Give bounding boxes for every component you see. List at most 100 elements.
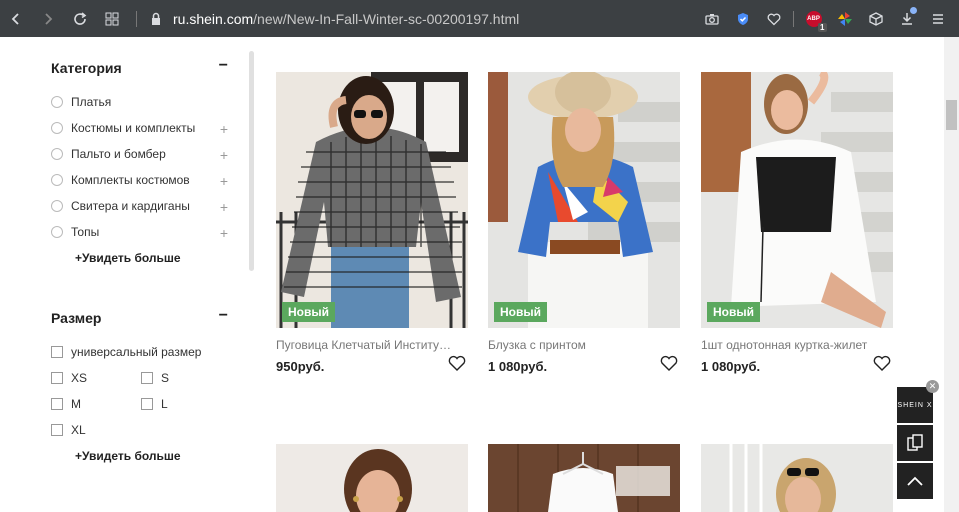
tabs-grid-icon[interactable] — [96, 0, 128, 37]
expand-plus-icon[interactable]: + — [220, 225, 228, 241]
category-collapse-toggle[interactable]: − — [219, 57, 228, 75]
cube-extension-icon[interactable] — [860, 0, 891, 37]
category-option-coats[interactable]: Пальто и бомбер — [51, 147, 166, 161]
lock-icon[interactable] — [145, 0, 167, 37]
product-image[interactable]: Новый — [488, 72, 680, 328]
radio-icon — [51, 122, 63, 134]
product-image[interactable]: Новый — [276, 72, 468, 328]
size-label: универсальный размер — [71, 345, 202, 359]
wishlist-heart-icon[interactable] — [660, 355, 678, 371]
forward-icon[interactable] — [32, 0, 64, 37]
wishlist-heart-icon[interactable] — [873, 355, 891, 371]
category-option-tops[interactable]: Топы — [51, 225, 99, 239]
url-path: /new/New-In-Fall-Winter-sc-00200197.html — [253, 10, 520, 27]
url-host: ru.shein.com — [173, 10, 254, 27]
product-name[interactable]: 1шт однотонная куртка-жилет — [701, 338, 879, 352]
category-option-dresses[interactable]: Платья — [51, 95, 111, 109]
chevron-up-icon — [907, 476, 923, 486]
adblock-icon[interactable]: ABP 1 — [798, 0, 829, 37]
size-label: S — [161, 371, 170, 385]
size-option-xl[interactable]: XL — [51, 423, 86, 437]
size-see-more-link[interactable]: +Увидеть больше — [75, 449, 181, 463]
wishlist-heart-icon[interactable] — [448, 355, 466, 371]
download-icon[interactable] — [891, 0, 922, 37]
menu-icon[interactable] — [922, 0, 953, 37]
category-see-more-link[interactable]: +Увидеть больше — [75, 251, 181, 265]
product-image[interactable] — [701, 444, 893, 512]
download-notification-dot — [910, 7, 917, 14]
product-card[interactable] — [488, 444, 680, 512]
expand-plus-icon[interactable]: + — [220, 147, 228, 163]
expand-plus-icon[interactable]: + — [220, 199, 228, 215]
address-bar[interactable]: ru.shein.com/new/New-In-Fall-Winter-sc-0… — [173, 11, 519, 27]
product-card[interactable]: Новый Пуговица Клетчатый Институтская бл… — [276, 72, 468, 374]
product-image[interactable] — [488, 444, 680, 512]
shein-x-widget[interactable]: SHEIN X — [897, 387, 933, 423]
product-card[interactable] — [701, 444, 893, 512]
new-badge: Новый — [707, 302, 760, 322]
product-price: 950руб. — [276, 359, 325, 374]
size-filter-title[interactable]: Размер — [51, 310, 101, 326]
category-label: Пальто и бомбер — [71, 147, 166, 161]
radio-icon — [51, 226, 63, 238]
category-label: Комплекты костюмов — [71, 173, 190, 187]
page-scrollbar[interactable] — [944, 37, 959, 512]
product-image[interactable] — [276, 444, 468, 512]
size-collapse-toggle[interactable]: − — [219, 307, 228, 325]
shein-x-label: SHEIN X — [897, 401, 933, 409]
category-label: Костюмы и комплекты — [71, 121, 196, 135]
checkbox-icon — [51, 372, 63, 384]
new-badge: Новый — [494, 302, 547, 322]
size-label: XL — [71, 423, 86, 437]
back-to-top-button[interactable] — [897, 463, 933, 499]
category-option-sweaters[interactable]: Свитера и кардиганы — [51, 199, 190, 213]
radio-icon — [51, 148, 63, 160]
heart-icon[interactable] — [758, 0, 789, 37]
expand-plus-icon[interactable]: + — [220, 121, 228, 137]
compare-pages-button[interactable] — [897, 425, 933, 461]
category-label: Платья — [71, 95, 112, 109]
checkbox-icon — [51, 424, 63, 436]
page-content: Категория − Платья Костюмы и комплекты +… — [0, 37, 959, 512]
product-price: 1 080руб. — [701, 359, 761, 374]
product-price: 1 080руб. — [488, 359, 548, 374]
size-option-universal[interactable]: универсальный размер — [51, 345, 201, 359]
radio-icon — [51, 96, 63, 108]
new-badge: Новый — [282, 302, 335, 322]
pinwheel-extension-icon[interactable] — [829, 0, 860, 37]
category-label: Свитера и кардиганы — [71, 199, 190, 213]
toolbar-divider — [793, 10, 794, 27]
category-filter-title[interactable]: Категория — [51, 60, 122, 76]
expand-plus-icon[interactable]: + — [220, 173, 228, 189]
size-label: XS — [71, 371, 88, 385]
product-card[interactable]: Новый Блузка с принтом 1 080руб. — [488, 72, 680, 374]
radio-icon — [51, 200, 63, 212]
radio-icon — [51, 174, 63, 186]
sidebar-scrollbar[interactable] — [249, 51, 254, 271]
category-option-suits[interactable]: Костюмы и комплекты — [51, 121, 236, 135]
size-option-l[interactable]: L — [141, 397, 168, 411]
size-option-m[interactable]: M — [51, 397, 81, 411]
back-icon[interactable] — [0, 0, 32, 37]
checkbox-icon — [51, 346, 63, 358]
product-card[interactable]: Новый 1шт однотонная куртка-жилет 1 080р… — [701, 72, 893, 374]
size-label: L — [161, 397, 168, 411]
copy-pages-icon — [907, 434, 923, 451]
camera-icon[interactable] — [696, 0, 727, 37]
browser-toolbar: ru.shein.com/new/New-In-Fall-Winter-sc-0… — [0, 0, 959, 37]
reload-icon[interactable] — [64, 0, 96, 37]
widget-close-icon[interactable]: ✕ — [926, 380, 939, 393]
adblock-label: ABP — [807, 15, 820, 22]
product-image[interactable]: Новый — [701, 72, 893, 328]
size-option-s[interactable]: S — [141, 371, 169, 385]
shield-icon[interactable] — [727, 0, 758, 37]
category-option-suit-sets[interactable]: Комплекты костюмов — [51, 173, 190, 187]
product-name[interactable]: Пуговица Клетчатый Институтская блузка — [276, 338, 454, 352]
page-scrollbar-thumb[interactable] — [946, 100, 957, 130]
size-label: M — [71, 397, 81, 411]
product-card[interactable] — [276, 444, 468, 512]
category-label: Топы — [71, 225, 100, 239]
size-option-xs[interactable]: XS — [51, 371, 87, 385]
product-name[interactable]: Блузка с принтом — [488, 338, 666, 352]
toolbar-divider — [136, 10, 137, 27]
